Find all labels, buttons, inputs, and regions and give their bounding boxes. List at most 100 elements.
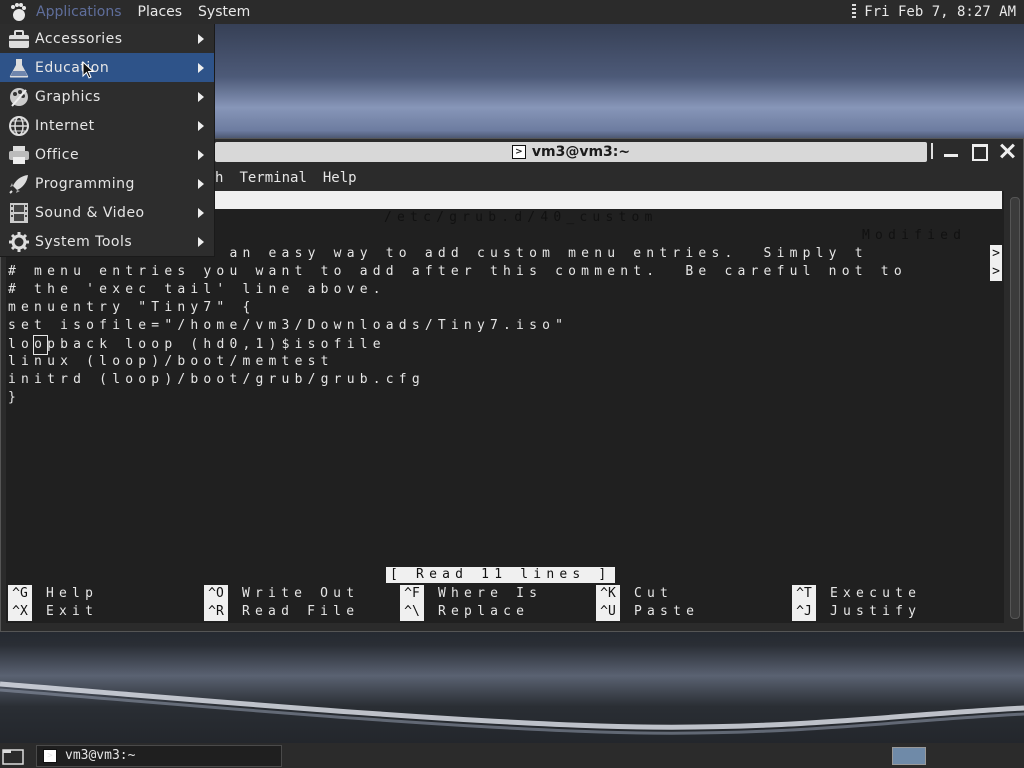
submenu-arrow-icon [198, 149, 204, 160]
menu-terminal[interactable]: Terminal [231, 170, 314, 186]
shortcut-key: ^R [204, 603, 228, 621]
menu-item-label: Graphics [35, 88, 101, 105]
terminal-scrollbar[interactable] [1008, 191, 1020, 623]
menu-help[interactable]: Help [315, 170, 365, 186]
gnome-foot-icon[interactable] [8, 2, 28, 22]
terminal-icon: > [511, 145, 526, 159]
editor-line: # the 'exec tail' line above. [8, 282, 386, 297]
menu-item-graphics[interactable]: Graphics [0, 82, 214, 111]
close-button[interactable] [997, 141, 1017, 161]
editor-line: linux (loop)/boot/memtest [8, 354, 334, 369]
menu-item-label: Internet [35, 117, 95, 134]
shortcut-key: ^G [8, 585, 32, 603]
rocket-icon [7, 172, 31, 196]
shortcut-key: ^O [204, 585, 228, 603]
editor-line: menuentry "Tiny7" { [8, 300, 256, 315]
submenu-arrow-icon [198, 236, 204, 247]
menu-item-label: Accessories [35, 30, 123, 47]
menu-item-label: System Tools [35, 233, 133, 250]
system-menu-button[interactable]: System [190, 0, 258, 24]
top-panel: Applications Places System Fri Feb 7, 8:… [0, 0, 1024, 24]
shortcut-key: ^\ [400, 603, 424, 621]
shortcut-write-out: ^O Write Out [204, 585, 359, 603]
submenu-arrow-icon [198, 178, 204, 189]
window-controls [931, 141, 1017, 161]
shortcut-label: Replace [438, 604, 530, 619]
shortcut-help: ^G Help [8, 585, 98, 603]
film-icon [7, 201, 31, 225]
shortcut-paste: ^U Paste [596, 603, 699, 621]
shortcut-label: Read File [242, 604, 360, 619]
submenu-arrow-icon [198, 207, 204, 218]
cursor-line-before: lo [8, 337, 35, 352]
shortcut-execute: ^T Execute [792, 585, 921, 603]
shortcut-where-is: ^F Where Is [400, 585, 542, 603]
menu-item-office[interactable]: Office [0, 140, 214, 169]
clock[interactable]: Fri Feb 7, 8:27 AM [864, 4, 1016, 20]
shortcut-label: Execute [830, 586, 922, 601]
shortcut-key: ^T [792, 585, 816, 603]
shortcut-cut: ^K Cut [596, 585, 673, 603]
line-overflow-marker: > [990, 263, 1002, 281]
printer-icon [7, 143, 31, 167]
taskbar-item-label: vm3@vm3:~ [65, 748, 136, 763]
workspace-switcher[interactable] [892, 747, 926, 765]
menu-item-programming[interactable]: Programming [0, 169, 214, 198]
menu-item-label: Education [35, 59, 110, 76]
line-overflow-marker: > [990, 245, 1002, 263]
bottom-panel: > vm3@vm3:~ [0, 743, 1024, 768]
applications-menu-button[interactable]: Applications [28, 0, 130, 24]
menu-item-accessories[interactable]: Accessories [0, 24, 214, 53]
submenu-arrow-icon [198, 33, 204, 44]
submenu-arrow-icon [198, 91, 204, 102]
window-title[interactable]: > vm3@vm3:~ [215, 142, 927, 162]
editor-line: set isofile="/home/vm3/Downloads/Tiny7.i… [8, 318, 569, 333]
scrollbar-thumb[interactable] [1010, 197, 1020, 619]
shortcut-label: Justify [830, 604, 922, 619]
shortcut-key: ^F [400, 585, 424, 603]
mouse-pointer-icon [82, 61, 94, 79]
applications-dropdown: Accessories Education Graphics Internet … [0, 24, 215, 257]
menu-item-system-tools[interactable]: System Tools [0, 227, 214, 256]
flask-icon [7, 56, 31, 80]
window-title-text: vm3@vm3:~ [531, 144, 631, 160]
shortcut-label: Write Out [242, 586, 360, 601]
editor-line-with-cursor: loopback loop (hd0,1)$isofile [8, 335, 386, 355]
editor-line: } [8, 390, 22, 405]
toolbox-icon [7, 27, 31, 51]
minimize-button[interactable] [941, 141, 961, 161]
shortcut-justify: ^J Justify [792, 603, 921, 621]
shortcut-label: Cut [634, 586, 674, 601]
nano-modified-status: Modified [862, 228, 967, 243]
menu-item-label: Office [35, 146, 80, 163]
nano-filename: /etc/grub.d/40_custom [384, 210, 658, 225]
menu-item-label: Programming [35, 175, 135, 192]
shortcut-replace: ^\ Replace [400, 603, 529, 621]
shortcut-key: ^U [596, 603, 620, 621]
panel-grip-handle[interactable] [852, 4, 857, 20]
shortcut-label: Paste [634, 604, 700, 619]
shortcut-read-file: ^R Read File [204, 603, 359, 621]
maximize-button[interactable] [969, 141, 989, 161]
globe-icon [7, 114, 31, 138]
menu-item-sound-video[interactable]: Sound & Video [0, 198, 214, 227]
show-desktop-icon[interactable] [2, 747, 24, 765]
shortcut-exit: ^X Exit [8, 603, 98, 621]
text-cursor: o [33, 335, 49, 355]
menu-item-label: Sound & Video [35, 204, 145, 221]
nano-status-message: [ Read 11 lines ] [386, 567, 616, 583]
shortcut-key: ^K [596, 585, 620, 603]
places-menu-button[interactable]: Places [130, 0, 191, 24]
shortcut-label: Help [46, 586, 99, 601]
submenu-arrow-icon [198, 62, 204, 73]
menu-item-internet[interactable]: Internet [0, 111, 214, 140]
menu-item-education[interactable]: Education [0, 53, 214, 82]
palette-icon [7, 85, 31, 109]
terminal-icon: > [43, 748, 57, 763]
cursor-line-after: pback loop (hd0,1)$isofile [47, 337, 386, 352]
shortcut-label: Where Is [438, 586, 543, 601]
shortcut-key: ^J [792, 603, 816, 621]
taskbar-terminal-button[interactable]: > vm3@vm3:~ [36, 744, 282, 767]
submenu-arrow-icon [198, 120, 204, 131]
title-separator [931, 143, 933, 159]
